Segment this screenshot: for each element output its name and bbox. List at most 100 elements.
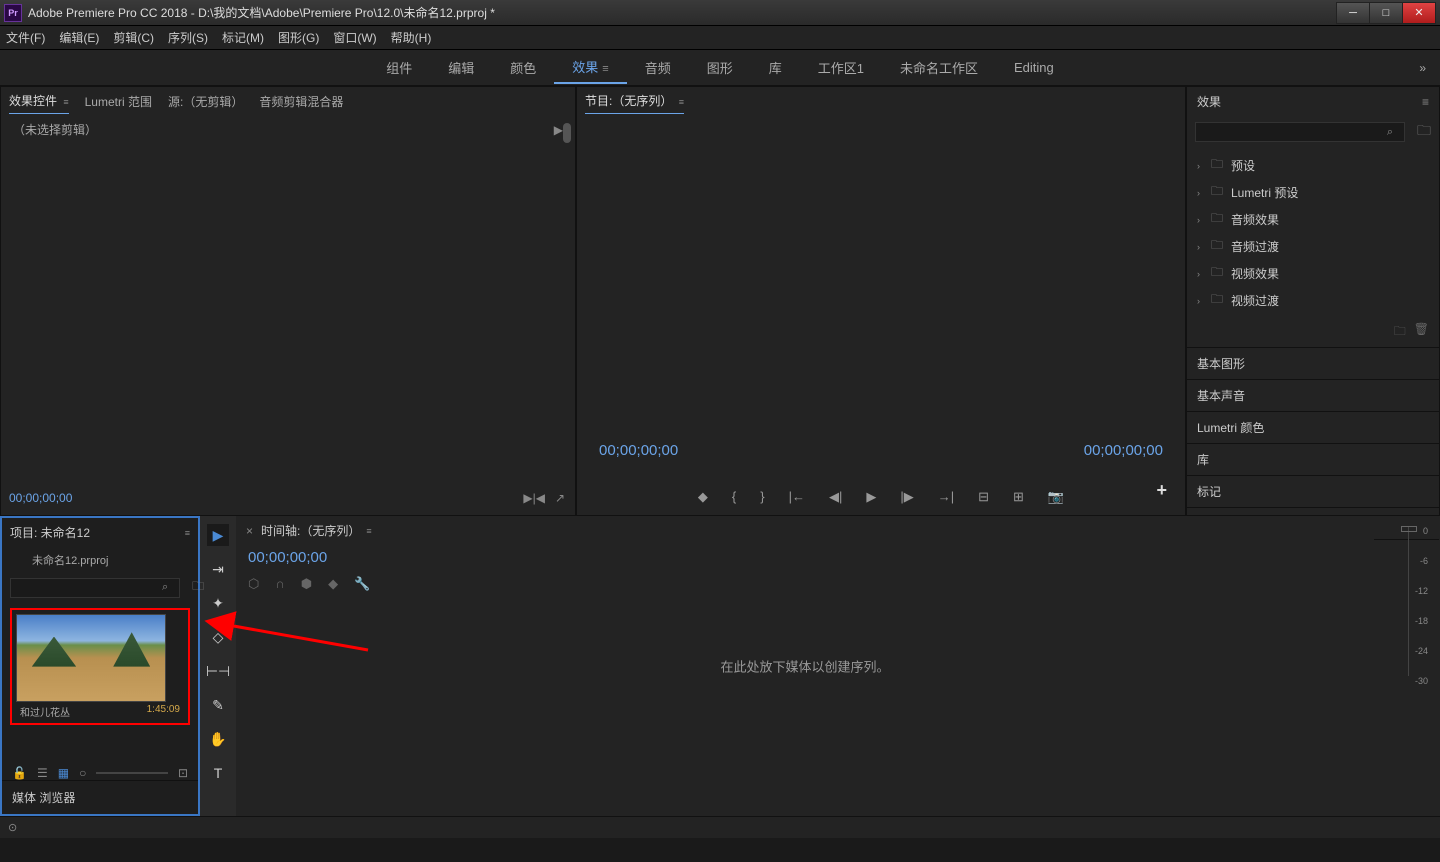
linked-selection-icon[interactable]: ∩ <box>275 576 284 592</box>
fx-audio-transitions[interactable]: ›🗀音频过渡 <box>1187 233 1439 260</box>
ws-color[interactable]: 颜色 <box>492 52 554 83</box>
tab-audio-mixer[interactable]: 音频剪辑混合器 <box>259 89 343 114</box>
ws-editing-en[interactable]: Editing <box>996 54 1072 81</box>
effects-tree: ›🗀预设 ›🗀Lumetri 预设 ›🗀音频效果 ›🗀音频过渡 ›🗀视频效果 ›… <box>1187 148 1439 318</box>
project-title: 项目: 未命名12 <box>10 524 90 541</box>
menu-edit[interactable]: 编辑(E) <box>59 29 99 46</box>
fx-video-transitions[interactable]: ›🗀视频过渡 <box>1187 287 1439 314</box>
menu-file[interactable]: 文件(F) <box>6 29 45 46</box>
sort-icon[interactable]: ⊡ <box>178 766 188 780</box>
menu-marker[interactable]: 标记(M) <box>222 29 264 46</box>
fx-lumetri-presets[interactable]: ›🗀Lumetri 预设 <box>1187 179 1439 206</box>
ws-assembly[interactable]: 组件 <box>368 52 430 83</box>
menu-clip[interactable]: 剪辑(C) <box>113 29 154 46</box>
camera-icon[interactable]: 📷 <box>1048 489 1064 505</box>
status-icon: ⊙ <box>8 821 17 834</box>
zoom-slider[interactable] <box>96 772 168 774</box>
bracket-out-icon[interactable]: } <box>760 489 764 505</box>
tab-program[interactable]: 节目:（无序列） ≡ <box>585 88 684 114</box>
fx-audio-effects[interactable]: ›🗀音频效果 <box>1187 206 1439 233</box>
go-in-icon[interactable]: |← <box>789 489 805 505</box>
program-panel: 节目:（无序列） ≡ 00;00;00;00 00;00;00;00 ◆ { }… <box>576 86 1186 516</box>
ws-editing-cn[interactable]: 编辑 <box>430 52 492 83</box>
ws-graphics[interactable]: 图形 <box>689 52 751 83</box>
app-icon: Pr <box>4 4 22 22</box>
lift-icon[interactable]: ⊟ <box>978 489 989 505</box>
expand-arrow-icon[interactable]: ▶ <box>554 123 563 137</box>
tab-lumetri-scopes[interactable]: Lumetri 范围 <box>85 89 152 114</box>
new-folder-icon[interactable]: 🗀 <box>1394 322 1406 343</box>
ws-overflow-icon[interactable]: » <box>1419 61 1426 75</box>
maximize-button[interactable]: □ <box>1369 2 1403 24</box>
fx-video-effects[interactable]: ›🗀视频效果 <box>1187 260 1439 287</box>
section-essential-sound[interactable]: 基本声音 <box>1187 379 1439 411</box>
menu-graphics[interactable]: 图形(G) <box>278 29 319 46</box>
ws-unnamed[interactable]: 未命名工作区 <box>882 52 996 83</box>
menu-window[interactable]: 窗口(W) <box>333 29 376 46</box>
timeline-drop-hint: 在此处放下媒体以创建序列。 <box>720 657 889 676</box>
list-view-icon[interactable]: ☰ <box>37 766 48 780</box>
settings-icon[interactable]: ◆ <box>328 576 338 592</box>
menu-sequence[interactable]: 序列(S) <box>168 29 208 46</box>
extract-icon[interactable]: ⊞ <box>1013 489 1024 505</box>
section-libraries[interactable]: 库 <box>1187 443 1439 475</box>
slip-tool[interactable]: ⊢⊣ <box>207 660 229 682</box>
section-essential-graphics[interactable]: 基本图形 <box>1187 347 1439 379</box>
effects-panel: 效果 ≡ ⌕ 🗀 ›🗀预设 ›🗀Lumetri 预设 ›🗀音频效果 ›🗀音频过渡… <box>1186 86 1440 516</box>
timeline-menu-icon[interactable]: ≡ <box>366 526 371 536</box>
hand-tool[interactable]: ✋ <box>207 728 229 750</box>
meter-label-3: -18 <box>1415 616 1428 626</box>
step-forward-icon[interactable]: |▶ <box>900 489 913 505</box>
project-filename: 未命名12.prproj <box>32 555 108 567</box>
timeline-close-icon[interactable]: × <box>246 524 253 538</box>
ws-audio[interactable]: 音频 <box>627 52 689 83</box>
freeform-icon[interactable]: ○ <box>79 766 86 780</box>
clip-thumbnail[interactable] <box>16 614 166 702</box>
fx-presets[interactable]: ›🗀预设 <box>1187 152 1439 179</box>
play-icon[interactable]: ▶ <box>866 489 876 505</box>
bracket-in-icon[interactable]: { <box>732 489 736 505</box>
ws-workspace1[interactable]: 工作区1 <box>800 52 882 83</box>
effects-search-input[interactable] <box>1195 122 1405 142</box>
selection-tool[interactable]: ▶ <box>207 524 229 546</box>
meter-peak-icon <box>1401 526 1417 532</box>
ripple-edit-tool[interactable]: ✦ <box>207 592 229 614</box>
clip-duration: 1:45:09 <box>147 704 180 719</box>
media-browser-tab[interactable]: 媒体 浏览器 <box>2 780 198 814</box>
source-export-icon[interactable]: ↗ <box>555 491 565 505</box>
type-tool[interactable]: T <box>207 762 229 784</box>
marker-icon[interactable]: ⬢ <box>301 576 312 592</box>
tab-source[interactable]: 源:（无剪辑） <box>168 89 243 114</box>
tool-column: ▶ ⇥ ✦ ◇ ⊢⊣ ✎ ✋ T <box>200 516 236 816</box>
menu-help[interactable]: 帮助(H) <box>391 29 432 46</box>
new-bin-icon[interactable]: 🗀 <box>1417 120 1431 144</box>
ws-effects[interactable]: 效果≡ <box>554 51 626 84</box>
find-icon[interactable]: 🗀 <box>192 577 204 598</box>
timeline-panel: × 时间轴:（无序列） ≡ 00;00;00;00 ⬡ ∩ ⬢ ◆ 🔧 在此处放… <box>236 516 1374 816</box>
scrollbar[interactable] <box>563 123 571 143</box>
step-back-icon[interactable]: ◀| <box>829 489 842 505</box>
close-button[interactable]: ✕ <box>1402 2 1436 24</box>
go-out-icon[interactable]: →| <box>938 489 954 505</box>
project-search-input[interactable] <box>10 578 180 598</box>
lock-icon[interactable]: 🔓 <box>12 766 27 780</box>
mark-in-icon[interactable]: ◆ <box>698 489 708 505</box>
wrench-icon[interactable]: 🔧 <box>354 576 370 592</box>
source-loop-icon[interactable]: ▶|◀ <box>523 491 545 505</box>
section-lumetri-color[interactable]: Lumetri 颜色 <box>1187 411 1439 443</box>
effects-menu-icon[interactable]: ≡ <box>1422 95 1429 109</box>
project-menu-icon[interactable]: ≡ <box>185 528 190 538</box>
tab-effect-controls[interactable]: 效果控件 ≡ <box>9 88 69 114</box>
minimize-button[interactable]: ─ <box>1336 2 1370 24</box>
track-select-tool[interactable]: ⇥ <box>207 558 229 580</box>
ws-library[interactable]: 库 <box>751 52 800 83</box>
snap-icon[interactable]: ⬡ <box>248 576 259 592</box>
razor-tool[interactable]: ◇ <box>207 626 229 648</box>
icon-view-icon[interactable]: ▦ <box>58 766 69 780</box>
delete-icon[interactable]: 🗑 <box>1414 322 1429 343</box>
section-markers[interactable]: 标记 <box>1187 475 1439 507</box>
add-button[interactable]: + <box>1156 480 1167 501</box>
meter-label-1: -6 <box>1420 556 1428 566</box>
pen-tool[interactable]: ✎ <box>207 694 229 716</box>
no-clip-selected: （未选择剪辑） ▶ <box>1 115 575 144</box>
